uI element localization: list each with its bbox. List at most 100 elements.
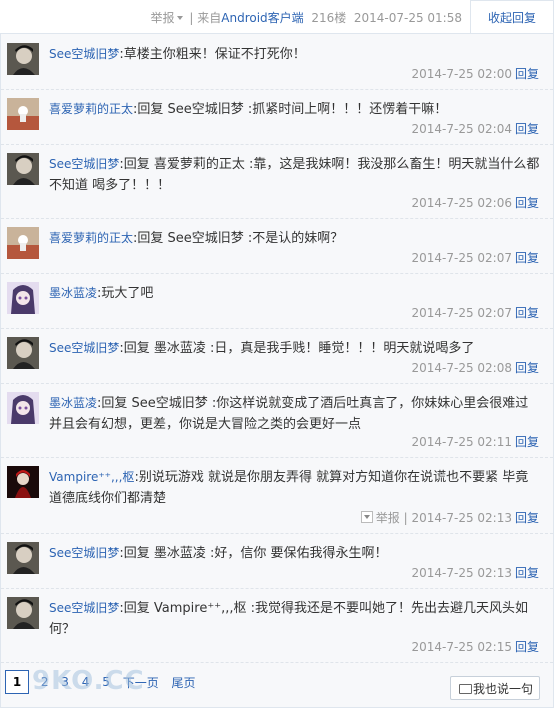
avatar[interactable]	[7, 542, 39, 574]
avatar-image-icon	[7, 43, 39, 75]
reply-content: See空城旧梦:回复 墨冰蓝凌 :好，信你 要保佑我得永生啊！	[49, 546, 388, 561]
reply-item: See空城旧梦:回复 Vampire⁺⁺,,,枢 :我觉得我还是不要叫她了！先出…	[1, 588, 553, 663]
avatar-image-icon	[7, 227, 39, 259]
report-link[interactable]: 举报	[151, 11, 175, 25]
username-link[interactable]: 喜爱萝莉的正太	[49, 102, 133, 116]
reply-meta: 2014-7-25 02:13 回复	[411, 564, 539, 581]
reply-time: 2014-7-25 02:07	[411, 306, 512, 320]
avatar-image-icon	[7, 98, 39, 130]
username-link[interactable]: See空城旧梦	[49, 341, 119, 355]
reply-content: 喜爱萝莉的正太:回复 See空城旧梦 :抓紧时间上啊！！！还愣着干嘛！	[49, 102, 448, 117]
reply-meta: 2014-7-25 02:07 回复	[411, 304, 539, 321]
avatar[interactable]	[7, 597, 39, 629]
reply-button[interactable]: 回复	[515, 361, 539, 375]
reply-button[interactable]: 回复	[515, 306, 539, 320]
report-link[interactable]: 举报	[376, 511, 400, 525]
avatar-image-icon	[7, 542, 39, 574]
reply-meta: 2014-7-25 02:11 回复	[411, 433, 539, 450]
collapse-replies-button[interactable]: 收起回复	[470, 0, 554, 34]
avatar-image-icon	[7, 392, 39, 424]
from-prefix: 来自	[197, 11, 222, 25]
reply-time: 2014-7-25 02:15	[411, 640, 512, 654]
reply-time: 2014-7-25 02:04	[411, 122, 512, 136]
reply-text: 回复 喜爱萝莉的正太 :靠，这是我妹啊！我没那么畜生！明天就当什么都不知道 喝多…	[49, 157, 540, 193]
username-link[interactable]: See空城旧梦	[49, 546, 119, 560]
reply-text: 回复 See空城旧梦 :抓紧时间上啊！！！还愣着干嘛！	[137, 102, 448, 117]
avatar[interactable]	[7, 98, 39, 130]
reply-text: 回复 See空城旧梦 :不是认的妹啊？	[137, 231, 344, 246]
reply-item: 喜爱萝莉的正太:回复 See空城旧梦 :抓紧时间上啊！！！还愣着干嘛！ 2014…	[1, 89, 553, 145]
reply-content: See空城旧梦:回复 墨冰蓝凌 :日，真是我手贱！睡觉！！！明天就说喝多了	[49, 341, 475, 356]
reply-item: See空城旧梦:草楼主你粗来！保证不打死你！ 2014-7-25 02:00 回复	[1, 34, 553, 90]
avatar[interactable]	[7, 392, 39, 424]
reply-time: 2014-7-25 02:11	[411, 435, 512, 449]
post-timestamp: 2014-07-25 01:58	[353, 11, 462, 25]
speech-bubble-icon	[459, 684, 472, 694]
say-button-label: 我也说一句	[472, 682, 533, 696]
reply-text: 回复 Vampire⁺⁺,,,枢 :我觉得我还是不要叫她了！先出去避几天风头如何…	[49, 601, 528, 637]
reply-meta: 2014-7-25 02:06 回复	[411, 194, 539, 211]
reply-button[interactable]: 回复	[515, 122, 539, 136]
avatar[interactable]	[7, 337, 39, 369]
client-link[interactable]: Android客户端	[221, 11, 303, 25]
reply-content: See空城旧梦:草楼主你粗来！保证不打死你！	[49, 47, 306, 62]
reply-time: 2014-7-25 02:06	[411, 196, 512, 210]
chevron-down-icon[interactable]	[176, 16, 183, 20]
last-page-link[interactable]: 尾页	[172, 676, 196, 690]
reply-content: Vampire⁺⁺,,,枢:别说玩游戏 就说是你朋友弄得 就算对方知道你在说谎也…	[49, 470, 529, 506]
report-dropdown-icon[interactable]	[360, 511, 373, 523]
avatar[interactable]	[7, 43, 39, 75]
reply-panel: See空城旧梦:草楼主你粗来！保证不打死你！ 2014-7-25 02:00 回复…	[0, 33, 554, 708]
avatar-image-icon	[7, 153, 39, 185]
avatar[interactable]	[7, 282, 39, 314]
reply-item: 墨冰蓝凌:玩大了吧 2014-7-25 02:07 回复	[1, 273, 553, 329]
reply-input-button[interactable]: 我也说一句	[450, 676, 540, 700]
avatar[interactable]	[7, 153, 39, 185]
page-current: 1	[5, 670, 29, 694]
reply-button[interactable]: 回复	[515, 67, 539, 81]
watermark: 9KO.CC	[32, 666, 145, 696]
reply-meta: 2014-7-25 02:00 回复	[411, 65, 539, 82]
reply-button[interactable]: 回复	[515, 435, 539, 449]
reply-content: 喜爱萝莉的正太:回复 See空城旧梦 :不是认的妹啊？	[49, 231, 344, 246]
reply-text: 玩大了吧	[101, 286, 154, 301]
separator: |	[403, 511, 408, 525]
reply-button[interactable]: 回复	[515, 640, 539, 654]
reply-item: 墨冰蓝凌:回复 See空城旧梦 :你这样说就变成了酒后吐真言了，你妹妹心里会很难…	[1, 383, 553, 458]
username-link[interactable]: 喜爱萝莉的正太	[49, 231, 133, 245]
reply-button[interactable]: 回复	[515, 566, 539, 580]
floor-number: 216楼	[311, 11, 347, 25]
username-link[interactable]: See空城旧梦	[49, 601, 119, 615]
reply-item: 喜爱萝莉的正太:回复 See空城旧梦 :不是认的妹啊？ 2014-7-25 02…	[1, 218, 553, 274]
avatar[interactable]	[7, 466, 39, 498]
username-link[interactable]: See空城旧梦	[49, 47, 119, 61]
username-link[interactable]: 墨冰蓝凌	[49, 396, 97, 410]
reply-text: 回复 墨冰蓝凌 :好，信你 要保佑我得永生啊！	[123, 546, 388, 561]
reply-button[interactable]: 回复	[515, 196, 539, 210]
reply-content: 墨冰蓝凌:回复 See空城旧梦 :你这样说就变成了酒后吐真言了，你妹妹心里会很难…	[49, 396, 529, 432]
reply-item: See空城旧梦:回复 喜爱萝莉的正太 :靠，这是我妹啊！我没那么畜生！明天就当什…	[1, 144, 553, 219]
reply-meta: 2014-7-25 02:04 回复	[411, 120, 539, 137]
reply-button[interactable]: 回复	[515, 511, 539, 525]
reply-meta: 2014-7-25 02:15 回复	[411, 638, 539, 655]
username-link[interactable]: 墨冰蓝凌	[49, 286, 97, 300]
reply-item: See空城旧梦:回复 墨冰蓝凌 :好，信你 要保佑我得永生啊！ 2014-7-2…	[1, 533, 553, 589]
reply-button[interactable]: 回复	[515, 251, 539, 265]
username-link[interactable]: Vampire⁺⁺,,,枢	[49, 470, 134, 484]
reply-time: 2014-7-25 02:13	[411, 511, 512, 525]
reply-text: 草楼主你粗来！保证不打死你！	[123, 47, 306, 62]
avatar[interactable]	[7, 227, 39, 259]
avatar-image-icon	[7, 466, 39, 498]
username-link[interactable]: See空城旧梦	[49, 157, 119, 171]
reply-meta: 举报 | 2014-7-25 02:13 回复	[360, 509, 539, 526]
post-meta: 举报 | 来自Android客户端 216楼 2014-07-25 01:58	[151, 9, 462, 26]
reply-text: 回复 墨冰蓝凌 :日，真是我手贱！睡觉！！！明天就说喝多了	[123, 341, 475, 356]
reply-text: 回复 See空城旧梦 :你这样说就变成了酒后吐真言了，你妹妹心里会很难过并且会有…	[49, 396, 529, 432]
reply-meta: 2014-7-25 02:08 回复	[411, 359, 539, 376]
reply-time: 2014-7-25 02:07	[411, 251, 512, 265]
reply-meta: 2014-7-25 02:07 回复	[411, 249, 539, 266]
avatar-image-icon	[7, 597, 39, 629]
avatar-image-icon	[7, 282, 39, 314]
reply-time: 2014-7-25 02:08	[411, 361, 512, 375]
avatar-image-icon	[7, 337, 39, 369]
